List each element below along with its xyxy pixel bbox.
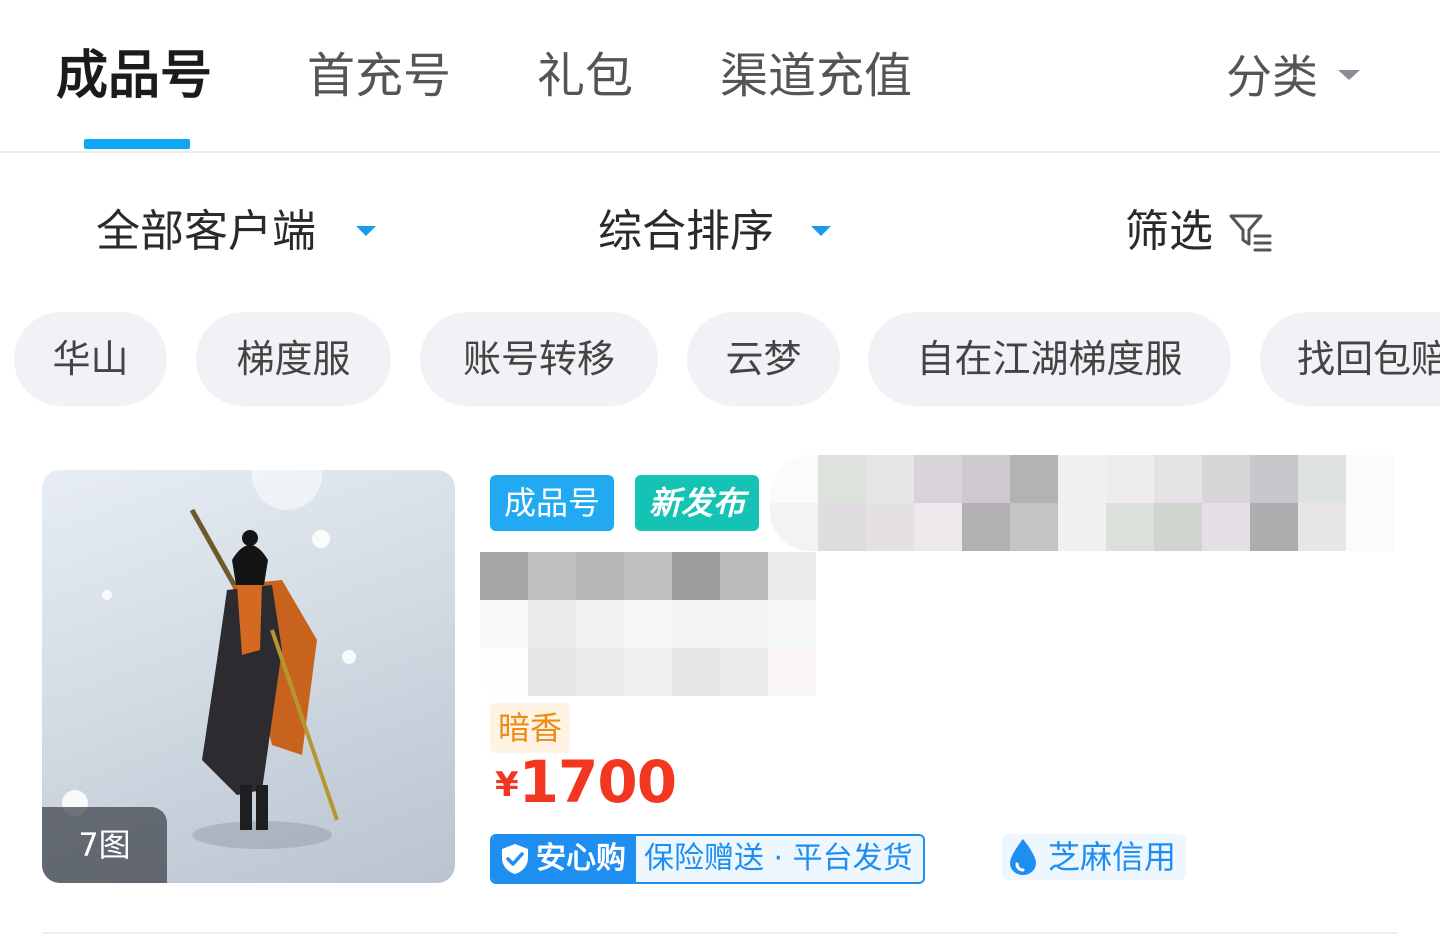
redacted-description — [480, 552, 816, 696]
price-value: 1700 — [518, 748, 677, 816]
chip-huashan[interactable]: 华山 — [14, 312, 167, 406]
filter-button[interactable]: 筛选 — [1125, 202, 1213, 262]
tab-libao[interactable]: 礼包 — [537, 46, 633, 106]
top-tab-bar: 成品号 首充号 礼包 渠道充值 分类 — [0, 0, 1440, 153]
server-tag: 暗香 — [490, 703, 571, 753]
active-tab-indicator — [84, 139, 190, 149]
assurance-desc: 保险赠送 · 平台发货 — [636, 836, 923, 882]
chip-tidufu[interactable]: 梯度服 — [196, 312, 391, 406]
character-figure — [189, 508, 339, 849]
image-count-badge: 7图 — [42, 807, 167, 883]
caret-down-icon[interactable] — [1338, 70, 1360, 80]
shield-check-icon — [502, 844, 528, 874]
chip-yunmeng[interactable]: 云梦 — [687, 312, 840, 406]
new-release-tag: 新发布 — [635, 475, 760, 531]
assurance-badge: 安心购 保险赠送 · 平台发货 — [490, 834, 925, 884]
tab-shouchonghao[interactable]: 首充号 — [307, 46, 451, 106]
tab-qudao-chongzhi[interactable]: 渠道充值 — [720, 46, 912, 106]
client-caret-down-icon[interactable] — [356, 226, 376, 236]
redacted-title — [770, 455, 1394, 551]
type-tag: 成品号 — [490, 475, 615, 531]
zhima-credit-badge: 芝麻信用 — [1002, 834, 1187, 880]
filter-funnel-icon[interactable] — [1228, 212, 1274, 252]
currency-symbol: ¥ — [495, 765, 519, 805]
anxingou-label: 安心购 — [536, 841, 626, 876]
category-dropdown[interactable]: 分类 — [1226, 48, 1318, 106]
price: ¥1700 — [495, 748, 677, 816]
water-drop-icon — [1010, 839, 1036, 875]
chip-zhaohui-baopei[interactable]: 找回包赔 — [1260, 312, 1440, 406]
divider — [42, 932, 1398, 934]
client-filter-dropdown[interactable]: 全部客户端 — [96, 202, 316, 262]
tab-chengpinhao[interactable]: 成品号 — [56, 46, 212, 106]
chip-zizai-jianghu-tidufu[interactable]: 自在江湖梯度服 — [868, 312, 1231, 406]
sort-dropdown[interactable]: 综合排序 — [598, 202, 774, 262]
zhima-credit-label: 芝麻信用 — [1048, 838, 1177, 876]
anxingou-badge: 安心购 — [492, 836, 636, 882]
chip-zhanghao-zhuanyi[interactable]: 账号转移 — [420, 312, 658, 406]
sort-caret-down-icon[interactable] — [811, 226, 831, 236]
listing-thumbnail[interactable]: 7图 — [42, 470, 455, 883]
